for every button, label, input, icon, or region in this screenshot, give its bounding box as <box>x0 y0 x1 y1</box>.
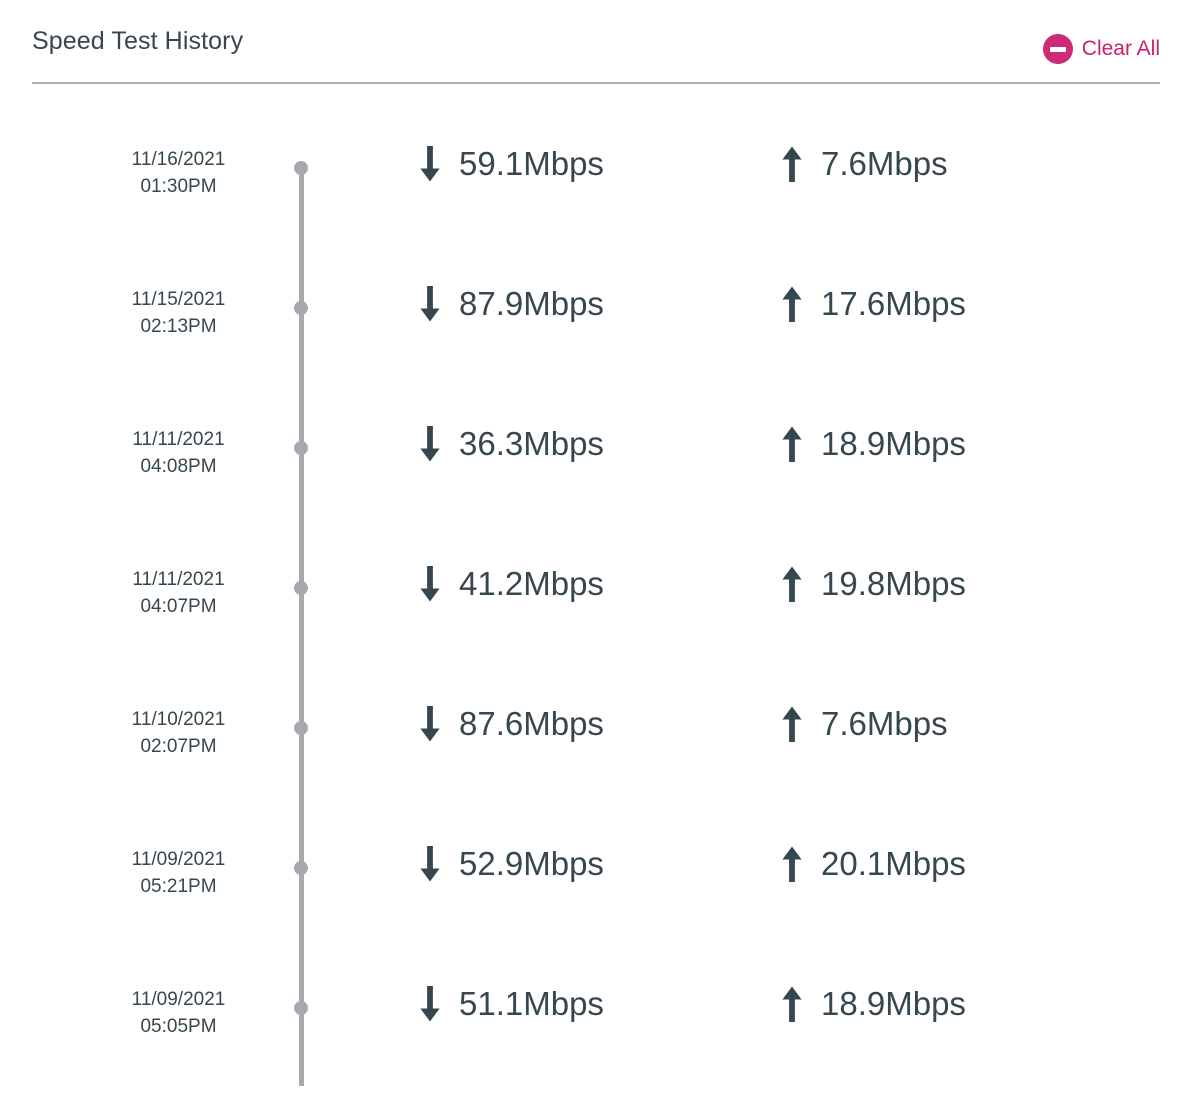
arrow-down-icon <box>420 986 440 1022</box>
upload-metric: 17.6Mbps <box>780 284 966 324</box>
timeline-dot <box>294 581 308 595</box>
entry-time: 04:08PM <box>140 456 217 477</box>
arrow-down-icon <box>420 706 440 742</box>
entry-date: 11/15/2021 <box>131 289 226 310</box>
arrow-down-icon <box>420 426 440 462</box>
entry-datetime: 11/09/2021 05:21PM <box>96 846 261 900</box>
arrow-down-icon <box>420 566 440 602</box>
entry-date: 11/10/2021 <box>131 709 226 730</box>
minus-circle-icon <box>1042 34 1073 64</box>
clear-all-label: Clear All <box>1081 37 1160 60</box>
timeline-rows: 11/16/2021 01:30PM 59.1Mbps 7.6Mbps 11/1… <box>0 110 1196 1090</box>
download-metric: 52.9Mbps <box>418 844 604 884</box>
arrow-up-icon <box>782 286 802 322</box>
arrow-down-icon <box>420 146 440 182</box>
timeline-row-5[interactable]: 11/09/2021 05:21PM 52.9Mbps 20.1Mbps <box>0 810 1196 950</box>
timeline-dot <box>294 441 308 455</box>
arrow-up-icon <box>782 706 802 742</box>
arrow-up-icon <box>782 566 802 602</box>
timeline-dot <box>294 1001 308 1015</box>
entry-time: 02:13PM <box>140 316 217 337</box>
timeline-row-3[interactable]: 11/11/2021 04:07PM 41.2Mbps 19.8Mbps <box>0 530 1196 670</box>
entry-datetime: 11/15/2021 02:13PM <box>96 286 261 340</box>
download-value: 41.2Mbps <box>459 565 604 602</box>
download-value: 87.6Mbps <box>459 705 604 742</box>
entry-time: 05:21PM <box>140 876 217 897</box>
entry-time: 04:07PM <box>140 596 217 617</box>
entry-date: 11/09/2021 <box>131 849 226 870</box>
timeline-row-1[interactable]: 11/15/2021 02:13PM 87.9Mbps 17.6Mbps <box>0 250 1196 390</box>
timeline-dot <box>294 861 308 875</box>
upload-value: 19.8Mbps <box>821 565 966 602</box>
timeline-row-6[interactable]: 11/09/2021 05:05PM 51.1Mbps 18.9Mbps <box>0 950 1196 1090</box>
upload-metric: 7.6Mbps <box>780 144 948 184</box>
upload-value: 18.9Mbps <box>821 985 966 1022</box>
arrow-up-icon <box>782 146 802 182</box>
timeline-dot <box>294 301 308 315</box>
arrow-up-icon <box>782 846 802 882</box>
download-metric: 36.3Mbps <box>418 424 604 464</box>
upload-metric: 20.1Mbps <box>780 844 966 884</box>
entry-date: 11/11/2021 <box>132 569 225 590</box>
arrow-down-icon <box>420 846 440 882</box>
upload-metric: 7.6Mbps <box>780 704 948 744</box>
entry-datetime: 11/09/2021 05:05PM <box>96 986 261 1040</box>
timeline-row-0[interactable]: 11/16/2021 01:30PM 59.1Mbps 7.6Mbps <box>0 110 1196 250</box>
download-metric: 51.1Mbps <box>418 984 604 1024</box>
upload-value: 7.6Mbps <box>821 145 948 182</box>
clear-all-button[interactable]: Clear All <box>1042 34 1160 64</box>
entry-datetime: 11/11/2021 04:08PM <box>96 426 261 480</box>
download-value: 36.3Mbps <box>459 425 604 462</box>
download-value: 87.9Mbps <box>459 285 604 322</box>
entry-date: 11/16/2021 <box>131 149 226 170</box>
minus-bar <box>1049 46 1066 52</box>
download-metric: 59.1Mbps <box>418 144 604 184</box>
download-metric: 41.2Mbps <box>418 564 604 604</box>
upload-metric: 18.9Mbps <box>780 424 966 464</box>
download-value: 59.1Mbps <box>459 145 604 182</box>
entry-datetime: 11/16/2021 01:30PM <box>96 146 261 200</box>
upload-value: 7.6Mbps <box>821 705 948 742</box>
speed-test-timeline: 11/16/2021 01:30PM 59.1Mbps 7.6Mbps 11/1… <box>0 110 1196 1097</box>
arrow-up-icon <box>782 986 802 1022</box>
arrow-down-icon <box>420 286 440 322</box>
entry-time: 02:07PM <box>140 736 217 757</box>
upload-metric: 19.8Mbps <box>780 564 966 604</box>
arrow-up-icon <box>782 426 802 462</box>
upload-value: 18.9Mbps <box>821 425 966 462</box>
entry-time: 01:30PM <box>140 176 217 197</box>
entry-date: 11/09/2021 <box>131 989 226 1010</box>
upload-metric: 18.9Mbps <box>780 984 966 1024</box>
timeline-dot <box>294 161 308 175</box>
timeline-dot <box>294 721 308 735</box>
download-metric: 87.6Mbps <box>418 704 604 744</box>
timeline-row-4[interactable]: 11/10/2021 02:07PM 87.6Mbps 7.6Mbps <box>0 670 1196 810</box>
upload-value: 20.1Mbps <box>821 845 966 882</box>
timeline-row-2[interactable]: 11/11/2021 04:08PM 36.3Mbps 18.9Mbps <box>0 390 1196 530</box>
download-metric: 87.9Mbps <box>418 284 604 324</box>
download-value: 51.1Mbps <box>459 985 604 1022</box>
entry-datetime: 11/10/2021 02:07PM <box>96 706 261 760</box>
page-header: Speed Test History Clear All <box>32 26 1160 84</box>
entry-date: 11/11/2021 <box>132 429 225 450</box>
upload-value: 17.6Mbps <box>821 285 966 322</box>
entry-time: 05:05PM <box>140 1016 217 1037</box>
page-title: Speed Test History <box>32 27 244 55</box>
download-value: 52.9Mbps <box>459 845 604 882</box>
speed-test-history-page: Speed Test History Clear All 11/16/2021 … <box>0 0 1196 1097</box>
entry-datetime: 11/11/2021 04:07PM <box>96 566 261 620</box>
